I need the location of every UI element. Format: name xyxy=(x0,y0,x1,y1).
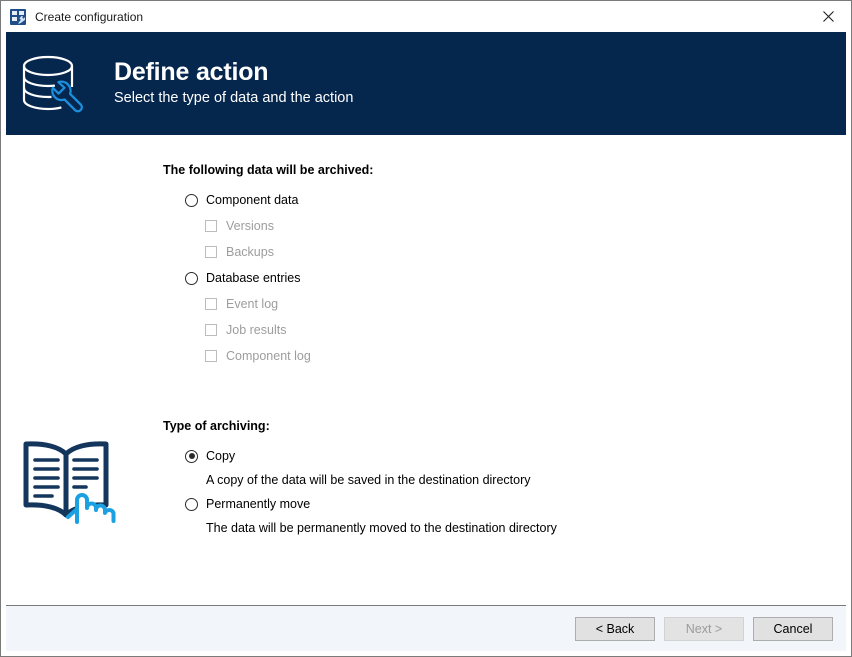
checkbox-versions[interactable]: Versions xyxy=(163,213,763,239)
radio-component-data[interactable]: Component data xyxy=(163,187,763,213)
dialog-footer: < Back Next > Cancel xyxy=(6,605,846,651)
checkbox-backups[interactable]: Backups xyxy=(163,239,763,265)
title-bar: Create configuration xyxy=(1,1,851,32)
checkbox-component-log[interactable]: Component log xyxy=(163,343,763,369)
checkbox-label-job-results: Job results xyxy=(226,324,286,337)
description-copy: A copy of the data will be saved in the … xyxy=(163,469,763,491)
checkbox-label-component-log: Component log xyxy=(226,350,311,363)
close-icon[interactable] xyxy=(805,1,851,31)
back-button[interactable]: < Back xyxy=(575,617,655,641)
page-banner: Define action Select the type of data an… xyxy=(6,32,846,135)
section-spacer xyxy=(163,369,763,419)
create-configuration-dialog: Create configuration Define action Selec… xyxy=(0,0,852,657)
checkbox-icon-versions[interactable] xyxy=(205,220,217,232)
radio-icon-permanently-move[interactable] xyxy=(185,498,198,511)
radio-label-database-entries: Database entries xyxy=(206,272,301,285)
description-text-copy: A copy of the data will be saved in the … xyxy=(206,473,531,487)
radio-copy[interactable]: Copy xyxy=(163,443,763,469)
description-permanently-move: The data will be permanently moved to th… xyxy=(163,517,763,539)
radio-permanently-move[interactable]: Permanently move xyxy=(163,491,763,517)
description-text-permanently-move: The data will be permanently moved to th… xyxy=(206,521,557,535)
page-title: Define action xyxy=(114,59,353,87)
radio-label-copy: Copy xyxy=(206,450,235,463)
cancel-button[interactable]: Cancel xyxy=(753,617,833,641)
database-wrench-icon xyxy=(14,53,90,115)
radio-database-entries[interactable]: Database entries xyxy=(163,265,763,291)
banner-text-block: Define action Select the type of data an… xyxy=(114,59,353,109)
window-title: Create configuration xyxy=(35,11,143,23)
data-section-heading: The following data will be archived: xyxy=(163,163,763,177)
checkbox-icon-backups[interactable] xyxy=(205,246,217,258)
checkbox-event-log[interactable]: Event log xyxy=(163,291,763,317)
checkbox-label-versions: Versions xyxy=(226,220,274,233)
checkbox-job-results[interactable]: Job results xyxy=(163,317,763,343)
radio-label-permanently-move: Permanently move xyxy=(206,498,310,511)
configuration-icon xyxy=(10,9,26,25)
next-button: Next > xyxy=(664,617,744,641)
archiving-section-heading: Type of archiving: xyxy=(163,419,763,433)
form-area: The following data will be archived: Com… xyxy=(163,163,763,539)
open-book-hand-icon xyxy=(16,437,116,527)
checkbox-label-backups: Backups xyxy=(226,246,274,259)
radio-icon-component-data[interactable] xyxy=(185,194,198,207)
radio-label-component-data: Component data xyxy=(206,194,298,207)
data-section: The following data will be archived: Com… xyxy=(163,163,763,369)
dialog-content: The following data will be archived: Com… xyxy=(6,135,846,605)
page-subtitle: Select the type of data and the action xyxy=(114,88,353,108)
archiving-section: Type of archiving: Copy A copy of the da… xyxy=(163,419,763,539)
radio-icon-database-entries[interactable] xyxy=(185,272,198,285)
radio-icon-copy[interactable] xyxy=(185,450,198,463)
checkbox-label-event-log: Event log xyxy=(226,298,278,311)
checkbox-icon-job-results[interactable] xyxy=(205,324,217,336)
checkbox-icon-component-log[interactable] xyxy=(205,350,217,362)
checkbox-icon-event-log[interactable] xyxy=(205,298,217,310)
